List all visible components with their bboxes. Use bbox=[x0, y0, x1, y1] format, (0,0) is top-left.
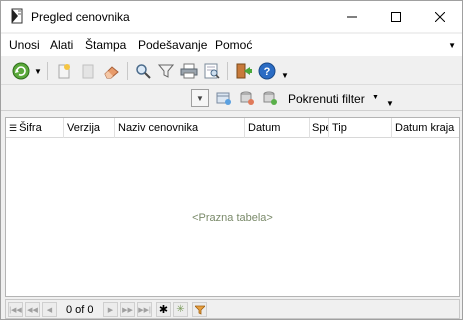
refresh-icon bbox=[12, 62, 30, 80]
append-record-button[interactable]: ✱ bbox=[156, 302, 171, 317]
menu-unosi[interactable]: Unosi bbox=[9, 38, 40, 52]
window-title: Pregled cenovnika bbox=[31, 10, 130, 24]
exit-icon bbox=[236, 63, 252, 79]
run-filter-button[interactable]: Pokrenuti filter bbox=[288, 92, 365, 106]
new-icon bbox=[58, 64, 70, 79]
asterisk-icon: ✱ bbox=[158, 304, 169, 316]
refresh-button[interactable] bbox=[10, 60, 32, 82]
search-icon bbox=[136, 64, 151, 79]
price-list-table[interactable]: ☰Šifra Verzija Naziv cenovnika Datum Spe… bbox=[5, 117, 460, 297]
maximize-button[interactable] bbox=[374, 1, 418, 32]
delete-icon bbox=[82, 64, 94, 79]
filter-records-button[interactable] bbox=[192, 302, 207, 317]
print-button[interactable] bbox=[178, 60, 200, 82]
eraser-button[interactable] bbox=[101, 60, 123, 82]
help-button[interactable]: ? bbox=[256, 60, 278, 82]
table-header: ☰Šifra Verzija Naziv cenovnika Datum Spe… bbox=[6, 118, 459, 138]
column-header-datum[interactable]: Datum bbox=[245, 118, 310, 138]
toolbar-separator bbox=[227, 62, 228, 80]
app-icon bbox=[11, 8, 23, 24]
new-button[interactable] bbox=[53, 60, 75, 82]
prev-page-icon: ◀◀ bbox=[27, 306, 38, 314]
delete-button[interactable] bbox=[77, 60, 99, 82]
column-header-datum-kraja[interactable]: Datum kraja bbox=[392, 118, 459, 138]
menu-alati[interactable]: Alati bbox=[50, 38, 73, 52]
help-icon: ? bbox=[258, 62, 276, 80]
minimize-button[interactable] bbox=[330, 1, 374, 32]
column-header-naziv[interactable]: Naziv cenovnika bbox=[115, 118, 245, 138]
toolbar2-overflow-icon[interactable]: ▼ bbox=[386, 99, 394, 108]
sparkle-icon: ✳ bbox=[176, 304, 185, 315]
first-page-button[interactable]: |◀◀ bbox=[8, 302, 23, 317]
exit-button[interactable] bbox=[233, 60, 255, 82]
database-remove-icon bbox=[240, 91, 254, 105]
last-page-icon: ▶▶| bbox=[138, 306, 151, 314]
first-page-icon: |◀◀ bbox=[9, 306, 22, 314]
next-page-icon: ▶▶ bbox=[122, 306, 133, 314]
minimize-icon bbox=[347, 16, 357, 17]
next-record-button[interactable]: ▶ bbox=[103, 302, 118, 317]
chevron-down-icon: ▼ bbox=[196, 93, 204, 103]
filter-table-button[interactable] bbox=[213, 87, 235, 109]
maximize-icon bbox=[391, 11, 401, 22]
prev-record-icon: ◀ bbox=[46, 306, 53, 314]
next-record-icon: ▶ bbox=[107, 306, 114, 314]
prev-record-button[interactable]: ◀ bbox=[42, 302, 57, 317]
funnel-icon bbox=[194, 305, 205, 315]
filter-database-add-button[interactable] bbox=[259, 87, 281, 109]
print-preview-icon bbox=[204, 63, 220, 79]
toolbar-separator bbox=[47, 62, 48, 80]
run-filter-dropdown-icon[interactable]: ▼ bbox=[372, 94, 379, 101]
table-icon bbox=[216, 92, 231, 105]
toolbar-overflow-icon[interactable]: ▼ bbox=[281, 71, 289, 80]
search-button[interactable] bbox=[132, 60, 154, 82]
main-toolbar: ▼ ? ▼ bbox=[1, 57, 462, 85]
database-add-icon bbox=[263, 91, 277, 105]
print-icon bbox=[180, 63, 198, 79]
filter-button[interactable] bbox=[155, 60, 177, 82]
column-header-tip[interactable]: Tip bbox=[329, 118, 392, 138]
svg-text:?: ? bbox=[264, 66, 271, 78]
filter-toolbar: ▼ Pokrenuti filter ▼ ▼ bbox=[1, 86, 462, 111]
record-count: 0 of 0 bbox=[66, 304, 94, 316]
next-page-button[interactable]: ▶▶ bbox=[120, 302, 135, 317]
menu-podesavanje[interactable]: Podešavanje bbox=[138, 38, 207, 52]
close-button[interactable] bbox=[418, 1, 462, 32]
column-header-verzija[interactable]: Verzija bbox=[64, 118, 115, 138]
empty-table-message: <Prazna tabela> bbox=[192, 212, 273, 224]
menu-pomoc[interactable]: Pomoć bbox=[215, 38, 252, 52]
last-page-button[interactable]: ▶▶| bbox=[137, 302, 152, 317]
filter-dropdown-button[interactable]: ▼ bbox=[191, 89, 209, 107]
close-icon bbox=[435, 11, 445, 22]
refresh-records-button[interactable]: ✳ bbox=[173, 302, 188, 317]
menu-overflow-icon[interactable]: ▼ bbox=[448, 41, 456, 50]
refresh-dropdown-icon[interactable]: ▼ bbox=[34, 67, 42, 76]
prev-page-button[interactable]: ◀◀ bbox=[25, 302, 40, 317]
print-preview-button[interactable] bbox=[201, 60, 223, 82]
toolbar-separator bbox=[127, 62, 128, 80]
column-header-spe[interactable]: Spe bbox=[310, 118, 329, 138]
column-chooser-icon[interactable]: ☰ bbox=[9, 123, 17, 133]
eraser-icon bbox=[104, 66, 119, 79]
filter-icon bbox=[158, 64, 174, 78]
menu-stampa[interactable]: Štampa bbox=[85, 38, 126, 52]
menu-bar: Unosi Alati Štampa Podešavanje Pomoć ▼ bbox=[1, 34, 462, 56]
main-window: Pregled cenovnika Unosi Alati Štampa Pod… bbox=[0, 0, 463, 320]
title-bar: Pregled cenovnika bbox=[1, 1, 462, 32]
record-navigator: |◀◀ ◀◀ ◀ 0 of 0 ▶ ▶▶ ▶▶| ✱ ✳ bbox=[5, 299, 460, 319]
filter-database-remove-button[interactable] bbox=[236, 87, 258, 109]
column-header-sifra[interactable]: ☰ Šifra bbox=[6, 118, 64, 138]
